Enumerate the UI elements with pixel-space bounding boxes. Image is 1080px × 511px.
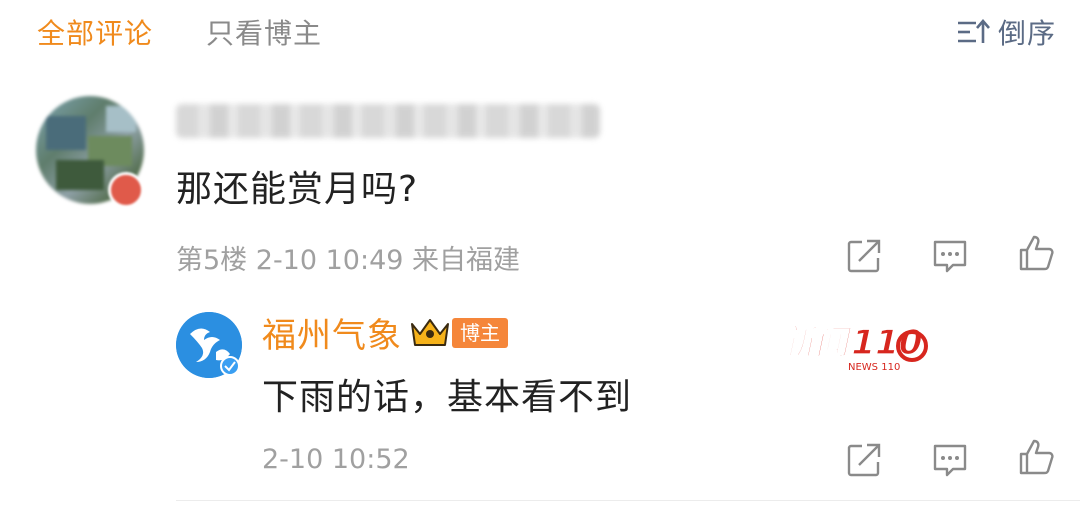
user-badge-icon [108,172,144,208]
sort-order-button[interactable]: 倒序 [998,12,1056,52]
blogger-name[interactable]: 福州气象 [262,308,402,357]
comment-icon[interactable] [931,237,969,275]
like-icon[interactable] [1017,438,1055,476]
like-icon[interactable] [1017,234,1055,272]
crown-icon [411,319,449,346]
comment-meta: 第5楼 2-10 10:49 来自福建 [176,245,521,276]
comment-text: 那还能赏月吗? [176,169,419,210]
sort-desc-icon[interactable] [956,18,990,46]
verified-icon [220,356,240,376]
divider [176,500,1080,501]
comment-icon[interactable] [931,441,969,479]
tab-blogger-only[interactable]: 只看博主 [206,12,322,52]
news110-watermark-logo: 新闻110 NEWS 110 [780,323,928,373]
reply-meta: 2-10 10:52 [262,444,410,475]
blogger-badge: 博主 [452,318,508,348]
tab-all-comments[interactable]: 全部评论 [37,12,153,52]
share-icon[interactable] [845,237,883,275]
share-icon[interactable] [845,441,883,479]
username-blurred[interactable] [176,104,600,138]
reply-text: 下雨的话，基本看不到 [262,377,633,418]
svg-text:NEWS 110: NEWS 110 [848,362,900,373]
